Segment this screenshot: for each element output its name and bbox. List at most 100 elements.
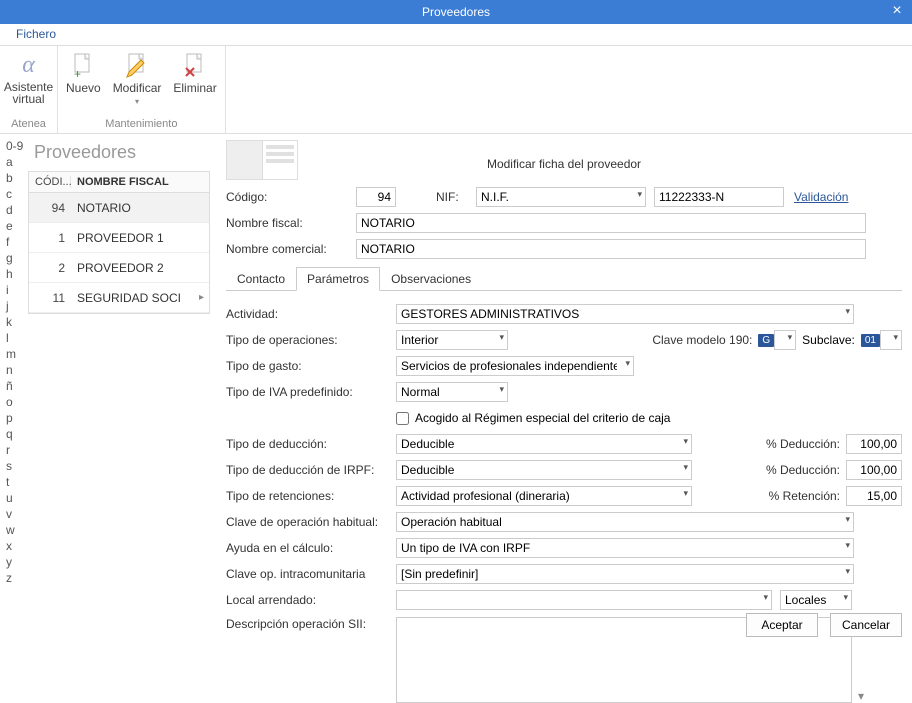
list-header: CÓDI... NOMBRE FISCAL — [28, 171, 210, 193]
alpha-item[interactable]: x — [6, 538, 28, 554]
label-descripcion-sii: Descripción operación SII: — [226, 617, 396, 631]
list-row[interactable]: 94 NOTARIO — [29, 193, 209, 223]
label-local-arrendado: Local arrendado: — [226, 593, 396, 607]
label-clave-intra: Clave op. intracomunitaria — [226, 567, 396, 581]
tipo-gasto-select[interactable] — [396, 356, 634, 376]
clave190-select[interactable] — [774, 330, 796, 350]
alpha-item[interactable]: s — [6, 458, 28, 474]
nif-input[interactable] — [654, 187, 784, 207]
tipo-deduccion-select[interactable] — [396, 434, 692, 454]
nombre-comercial-input[interactable] — [356, 239, 866, 259]
alpha-item[interactable]: w — [6, 522, 28, 538]
alpha-item[interactable]: l — [6, 330, 28, 346]
label-actividad: Actividad: — [226, 307, 396, 321]
horizontal-scrollbar[interactable] — [28, 594, 210, 610]
alpha-item[interactable]: y — [6, 554, 28, 570]
alpha-item[interactable]: 0-9 — [6, 138, 28, 154]
alpha-item[interactable]: g — [6, 250, 28, 266]
clave-op-hab-select[interactable] — [396, 512, 854, 532]
alpha-item[interactable]: e — [6, 218, 28, 234]
subclave-select[interactable] — [880, 330, 902, 350]
alpha-item[interactable]: d — [6, 202, 28, 218]
modificar-button[interactable]: Modificar ▾ — [113, 51, 162, 106]
alpha-item[interactable]: r — [6, 442, 28, 458]
label-pct-retencion: % Retención: — [769, 489, 840, 503]
local-arrendado-select[interactable] — [396, 590, 772, 610]
asistente-virtual-button[interactable]: α Asistente virtual — [4, 51, 53, 105]
label-subclave: Subclave: — [802, 333, 855, 347]
alpha-item[interactable]: u — [6, 490, 28, 506]
alpha-icon: α — [15, 51, 43, 79]
list-row[interactable]: 2 PROVEEDOR 2 — [29, 253, 209, 283]
actividad-select[interactable] — [396, 304, 854, 324]
alpha-item[interactable]: k — [6, 314, 28, 330]
tipo-deduccion-irpf-select[interactable] — [396, 460, 692, 480]
label-codigo: Código: — [226, 190, 356, 204]
col-nombre[interactable]: NOMBRE FISCAL — [71, 176, 209, 188]
pct-retencion-input[interactable] — [846, 486, 902, 506]
label-nombre-fiscal: Nombre fiscal: — [226, 216, 356, 230]
alpha-item[interactable]: i — [6, 282, 28, 298]
subclave-chip: 01 — [861, 334, 880, 347]
list-title: Proveedores — [28, 140, 210, 171]
col-codigo[interactable]: CÓDI... — [29, 176, 71, 188]
cancelar-button[interactable]: Cancelar — [830, 613, 902, 637]
alpha-item[interactable]: t — [6, 474, 28, 490]
alpha-item[interactable]: n — [6, 362, 28, 378]
codigo-input[interactable] — [356, 187, 396, 207]
alpha-item[interactable]: ñ — [6, 378, 28, 394]
alpha-item[interactable]: a — [6, 154, 28, 170]
tab-observaciones[interactable]: Observaciones — [380, 267, 482, 291]
label-tipo-retenciones: Tipo de retenciones: — [226, 489, 396, 503]
list-row[interactable]: 1 PROVEEDOR 1 — [29, 223, 209, 253]
aceptar-button[interactable]: Aceptar — [746, 613, 818, 637]
pct-deduccion-irpf-input[interactable] — [846, 460, 902, 480]
thumbnail-icon — [226, 140, 298, 180]
ayuda-calc-select[interactable] — [396, 538, 854, 558]
label-acogido: Acogido al Régimen especial del criterio… — [415, 411, 670, 425]
nif-type-select[interactable] — [476, 187, 646, 207]
label-nif: NIF: — [436, 190, 476, 204]
label-pct-deduccion: % Deducción: — [766, 437, 840, 451]
locales-select[interactable] — [780, 590, 852, 610]
tipo-retenciones-select[interactable] — [396, 486, 692, 506]
ribbon-group-label: Atenea — [11, 118, 46, 133]
form-title: Modificar ficha del proveedor — [226, 134, 902, 185]
nuevo-button[interactable]: + Nuevo — [66, 51, 101, 95]
acogido-checkbox[interactable] — [396, 412, 409, 425]
alpha-item[interactable]: z — [6, 570, 28, 586]
alpha-item[interactable]: p — [6, 410, 28, 426]
alpha-item[interactable]: c — [6, 186, 28, 202]
form-tabs: Contacto Parámetros Observaciones — [226, 267, 902, 291]
edit-icon — [123, 51, 151, 79]
alpha-item[interactable]: b — [6, 170, 28, 186]
alpha-item[interactable]: f — [6, 234, 28, 250]
title-bar: Proveedores × — [0, 0, 912, 24]
eliminar-button[interactable]: Eliminar — [173, 51, 216, 95]
label-nombre-comercial: Nombre comercial: — [226, 242, 356, 256]
clave-intra-select[interactable] — [396, 564, 854, 584]
alpha-item[interactable]: o — [6, 394, 28, 410]
alpha-item[interactable]: v — [6, 506, 28, 522]
ribbon-group-atenea: α Asistente virtual Atenea — [0, 46, 58, 133]
tab-parametros[interactable]: Parámetros — [296, 267, 380, 291]
list-row[interactable]: 11 SEGURIDAD SOCI ▸ — [29, 283, 209, 313]
alpha-item[interactable]: q — [6, 426, 28, 442]
label-pct-deduccion-irpf: % Deducción: — [766, 463, 840, 477]
chevron-right-icon: ▸ — [199, 292, 209, 303]
tab-fichero[interactable]: Fichero — [2, 24, 70, 44]
validacion-link[interactable]: Validación — [794, 190, 848, 204]
nombre-fiscal-input[interactable] — [356, 213, 866, 233]
tab-contacto[interactable]: Contacto — [226, 267, 296, 291]
new-icon: + — [69, 51, 97, 79]
tipo-operaciones-select[interactable] — [396, 330, 508, 350]
pct-deduccion-input[interactable] — [846, 434, 902, 454]
alpha-item[interactable]: j — [6, 298, 28, 314]
alpha-item[interactable]: h — [6, 266, 28, 282]
alpha-item[interactable]: m — [6, 346, 28, 362]
tipo-iva-select[interactable] — [396, 382, 508, 402]
label-tipo-gasto: Tipo de gasto: — [226, 359, 396, 373]
label-tipo-operaciones: Tipo de operaciones: — [226, 333, 396, 347]
label-clave190: Clave modelo 190: — [652, 333, 752, 347]
close-icon[interactable]: × — [882, 0, 912, 24]
